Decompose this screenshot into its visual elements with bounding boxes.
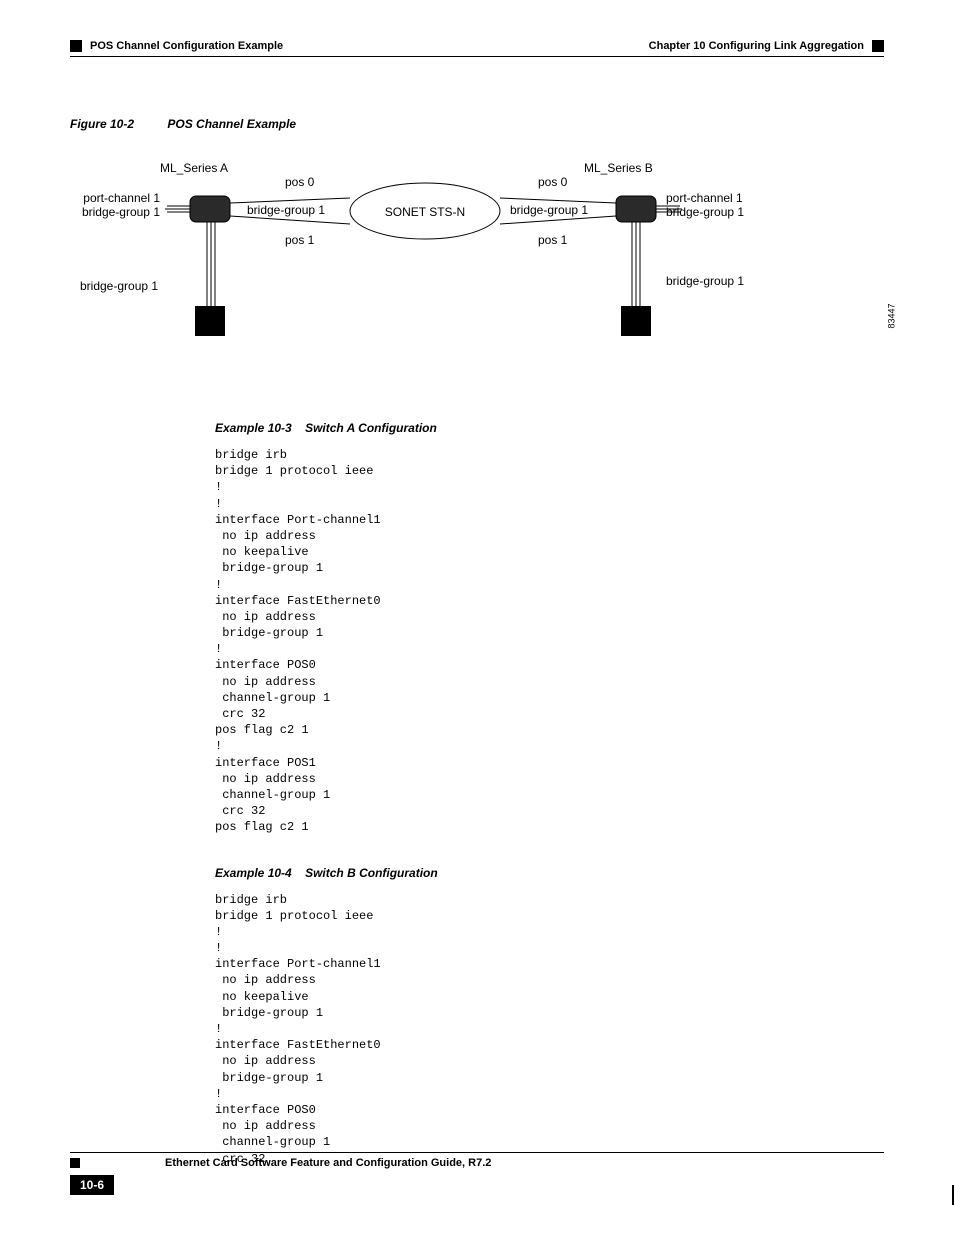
label-pos0-a: pos 0: [285, 175, 314, 189]
example-4-title: Example 10-4 Switch B Configuration: [215, 866, 884, 880]
label-ml-series-b: ML_Series B: [584, 161, 653, 175]
header-marker-icon: [70, 40, 82, 52]
header-left: POS Channel Configuration Example: [70, 40, 283, 52]
figure-caption: Figure 10-2 POS Channel Example: [70, 117, 884, 131]
example-3-title-text: Switch A Configuration: [305, 421, 437, 435]
label-port-channel-left: port-channel 1 bridge-group 1: [60, 191, 160, 219]
figure-title-text: POS Channel Example: [167, 117, 296, 131]
header-section-title: POS Channel Configuration Example: [90, 40, 283, 52]
label-bg-b-top: bridge-group 1: [510, 203, 588, 217]
example-3-num: Example 10-3: [215, 421, 292, 435]
footer-marker-icon: [70, 1158, 80, 1168]
figure-number: Figure 10-2: [70, 117, 134, 131]
label-ml-series-a: ML_Series A: [160, 161, 228, 175]
page-header: POS Channel Configuration Example Chapte…: [70, 40, 884, 57]
label-pos1-a: pos 1: [285, 233, 314, 247]
label-bg-a-top: bridge-group 1: [247, 203, 325, 217]
label-pos1-b: pos 1: [538, 233, 567, 247]
figure-id: 83447: [886, 303, 896, 328]
label-port-channel-right: port-channel 1 bridge-group 1: [666, 191, 744, 219]
page-footer: Ethernet Card Software Feature and Confi…: [70, 1152, 884, 1195]
example-4-num: Example 10-4: [215, 866, 292, 880]
label-pos0-b: pos 0: [538, 175, 567, 189]
label-bg-a-bottom: bridge-group 1: [80, 279, 158, 293]
example-4-title-text: Switch B Configuration: [305, 866, 438, 880]
figure-diagram: SONET STS-N ML_Series A ML_Series B port…: [70, 161, 884, 381]
page-number: 10-6: [70, 1175, 114, 1195]
header-marker-icon: [872, 40, 884, 52]
example-3-code: bridge irb bridge 1 protocol ieee ! ! in…: [215, 447, 884, 836]
footer-title: Ethernet Card Software Feature and Confi…: [165, 1157, 491, 1169]
label-bg-b-bottom: bridge-group 1: [666, 274, 744, 288]
svg-text:SONET STS-N: SONET STS-N: [385, 205, 465, 219]
example-3-title: Example 10-3 Switch A Configuration: [215, 421, 884, 435]
example-4-code: bridge irb bridge 1 protocol ieee ! ! in…: [215, 892, 884, 1167]
header-right: Chapter 10 Configuring Link Aggregation: [649, 40, 884, 52]
header-chapter: Chapter 10 Configuring Link Aggregation: [649, 40, 864, 52]
